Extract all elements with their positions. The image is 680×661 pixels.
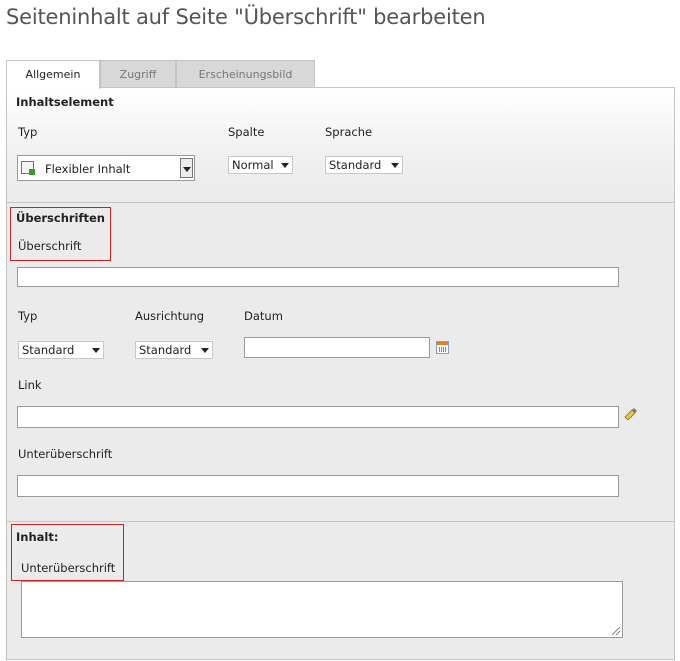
header-type-value: Standard — [22, 343, 75, 357]
section-heading: Inhalt: — [16, 530, 59, 544]
language-label: Sprache — [325, 125, 373, 139]
alignment-select[interactable]: Standard — [135, 341, 213, 359]
page-title: Seiteninhalt auf Seite "Überschrift" bea… — [6, 5, 486, 29]
subheader-input[interactable] — [17, 475, 619, 497]
language-value: Standard — [329, 158, 382, 172]
alignment-label: Ausrichtung — [135, 309, 205, 323]
alignment-value: Standard — [139, 343, 192, 357]
resize-handle-icon[interactable] — [612, 627, 620, 635]
column-select[interactable]: Normal — [228, 156, 293, 174]
flexible-content-icon — [21, 161, 35, 175]
chevron-down-icon — [201, 348, 209, 353]
column-value: Normal — [232, 158, 274, 172]
chevron-down-icon[interactable] — [180, 158, 193, 178]
link-wizard-icon[interactable] — [624, 408, 638, 420]
header-label: Überschrift — [18, 239, 82, 253]
section-heading: Überschriften — [16, 211, 105, 225]
section-headers: Überschriften Überschrift Typ Ausrichtun… — [7, 203, 674, 522]
section-content: Inhalt: Unterüberschrift — [7, 522, 674, 659]
link-label: Link — [18, 378, 42, 392]
chevron-down-icon — [391, 163, 399, 168]
date-input[interactable] — [244, 337, 430, 358]
header-type-select[interactable]: Standard — [18, 341, 104, 359]
link-input[interactable] — [17, 406, 619, 428]
section-heading: Inhaltselement — [16, 95, 114, 109]
form-panel: Inhaltselement Typ Spalte Sprache Flexib… — [6, 87, 675, 660]
chevron-down-icon — [92, 348, 100, 353]
content-type-value: Flexibler Inhalt — [45, 162, 131, 176]
header-input[interactable] — [17, 267, 619, 287]
subheader-label: Unterüberschrift — [18, 447, 113, 461]
calendar-icon[interactable] — [436, 341, 449, 354]
tab-zugriff[interactable]: Zugriff — [100, 60, 176, 87]
language-select[interactable]: Standard — [325, 156, 403, 174]
section-content-element: Inhaltselement Typ Spalte Sprache Flexib… — [7, 88, 674, 203]
content-type-select[interactable]: Flexibler Inhalt — [17, 155, 195, 181]
content-subheader-label: Unterüberschrift — [21, 561, 116, 575]
header-type-label: Typ — [18, 309, 38, 323]
tab-allgemein[interactable]: Allgemein — [6, 60, 100, 89]
column-label: Spalte — [228, 125, 265, 139]
tab-erscheinungsbild[interactable]: Erscheinungsbild — [176, 60, 315, 87]
type-label: Typ — [18, 125, 38, 139]
date-label: Datum — [244, 309, 283, 323]
content-textarea[interactable] — [21, 581, 623, 638]
chevron-down-icon — [281, 163, 289, 168]
